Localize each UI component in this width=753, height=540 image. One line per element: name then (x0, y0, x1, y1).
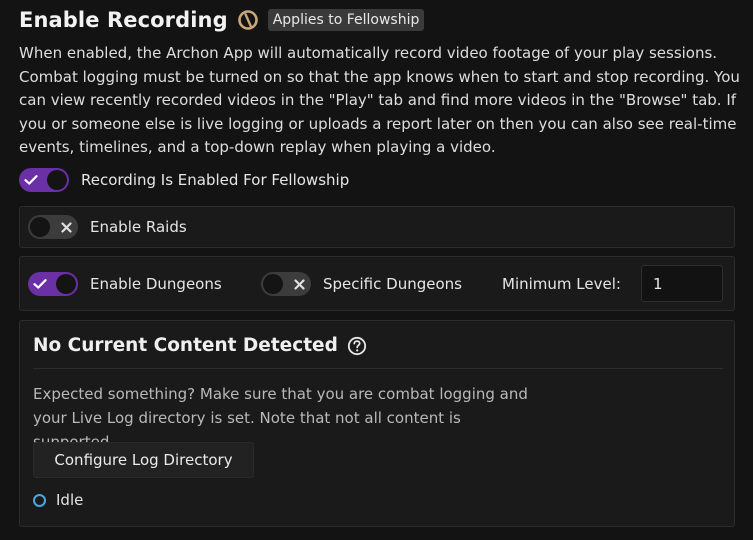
configure-log-directory-button[interactable]: Configure Log Directory (33, 442, 254, 478)
toggle-knob (263, 274, 283, 294)
status-indicator: Idle (33, 491, 83, 509)
specific-dungeons-toggle[interactable] (261, 272, 311, 296)
dungeons-toggle[interactable] (28, 272, 78, 296)
applies-badge: Applies to Fellowship (267, 9, 425, 31)
min-level-label: Minimum Level: (502, 275, 621, 293)
toggle-knob (56, 274, 76, 294)
description-text: When enabled, the Archon App will automa… (19, 44, 740, 157)
dungeons-panel: Enable Dungeons Specific Dungeons Minimu… (19, 256, 735, 311)
recording-toggle-row: Recording Is Enabled For Fellowship (19, 168, 349, 192)
min-level-input[interactable] (641, 265, 723, 302)
help-circle-icon[interactable] (347, 336, 367, 356)
specific-dungeons-row: Specific Dungeons (261, 272, 462, 296)
toggle-knob (47, 170, 67, 190)
raids-panel: Enable Raids (19, 206, 735, 248)
divider (33, 368, 723, 369)
content-title-row: No Current Content Detected (33, 335, 367, 356)
raids-toggle-row: Enable Raids (28, 215, 187, 239)
page-title: Enable Recording (19, 8, 228, 32)
toggle-knob (30, 217, 50, 237)
x-icon (289, 272, 309, 296)
recording-toggle[interactable] (19, 168, 69, 192)
x-icon (56, 215, 76, 239)
header: Enable Recording Applies to Fellowship (19, 6, 425, 34)
archon-logo-icon (237, 9, 259, 31)
raids-toggle[interactable] (28, 215, 78, 239)
status-text: Idle (56, 491, 84, 509)
specific-dungeons-label: Specific Dungeons (323, 275, 462, 293)
status-dot-icon (33, 493, 46, 507)
raids-toggle-label: Enable Raids (90, 218, 187, 236)
content-title: No Current Content Detected (33, 335, 338, 356)
dungeons-toggle-label: Enable Dungeons (90, 275, 222, 293)
dungeons-toggle-row: Enable Dungeons (28, 272, 222, 296)
check-icon (21, 168, 41, 192)
content-panel: No Current Content Detected Expected som… (19, 320, 735, 527)
check-icon (30, 272, 50, 296)
recording-toggle-label: Recording Is Enabled For Fellowship (81, 171, 350, 189)
